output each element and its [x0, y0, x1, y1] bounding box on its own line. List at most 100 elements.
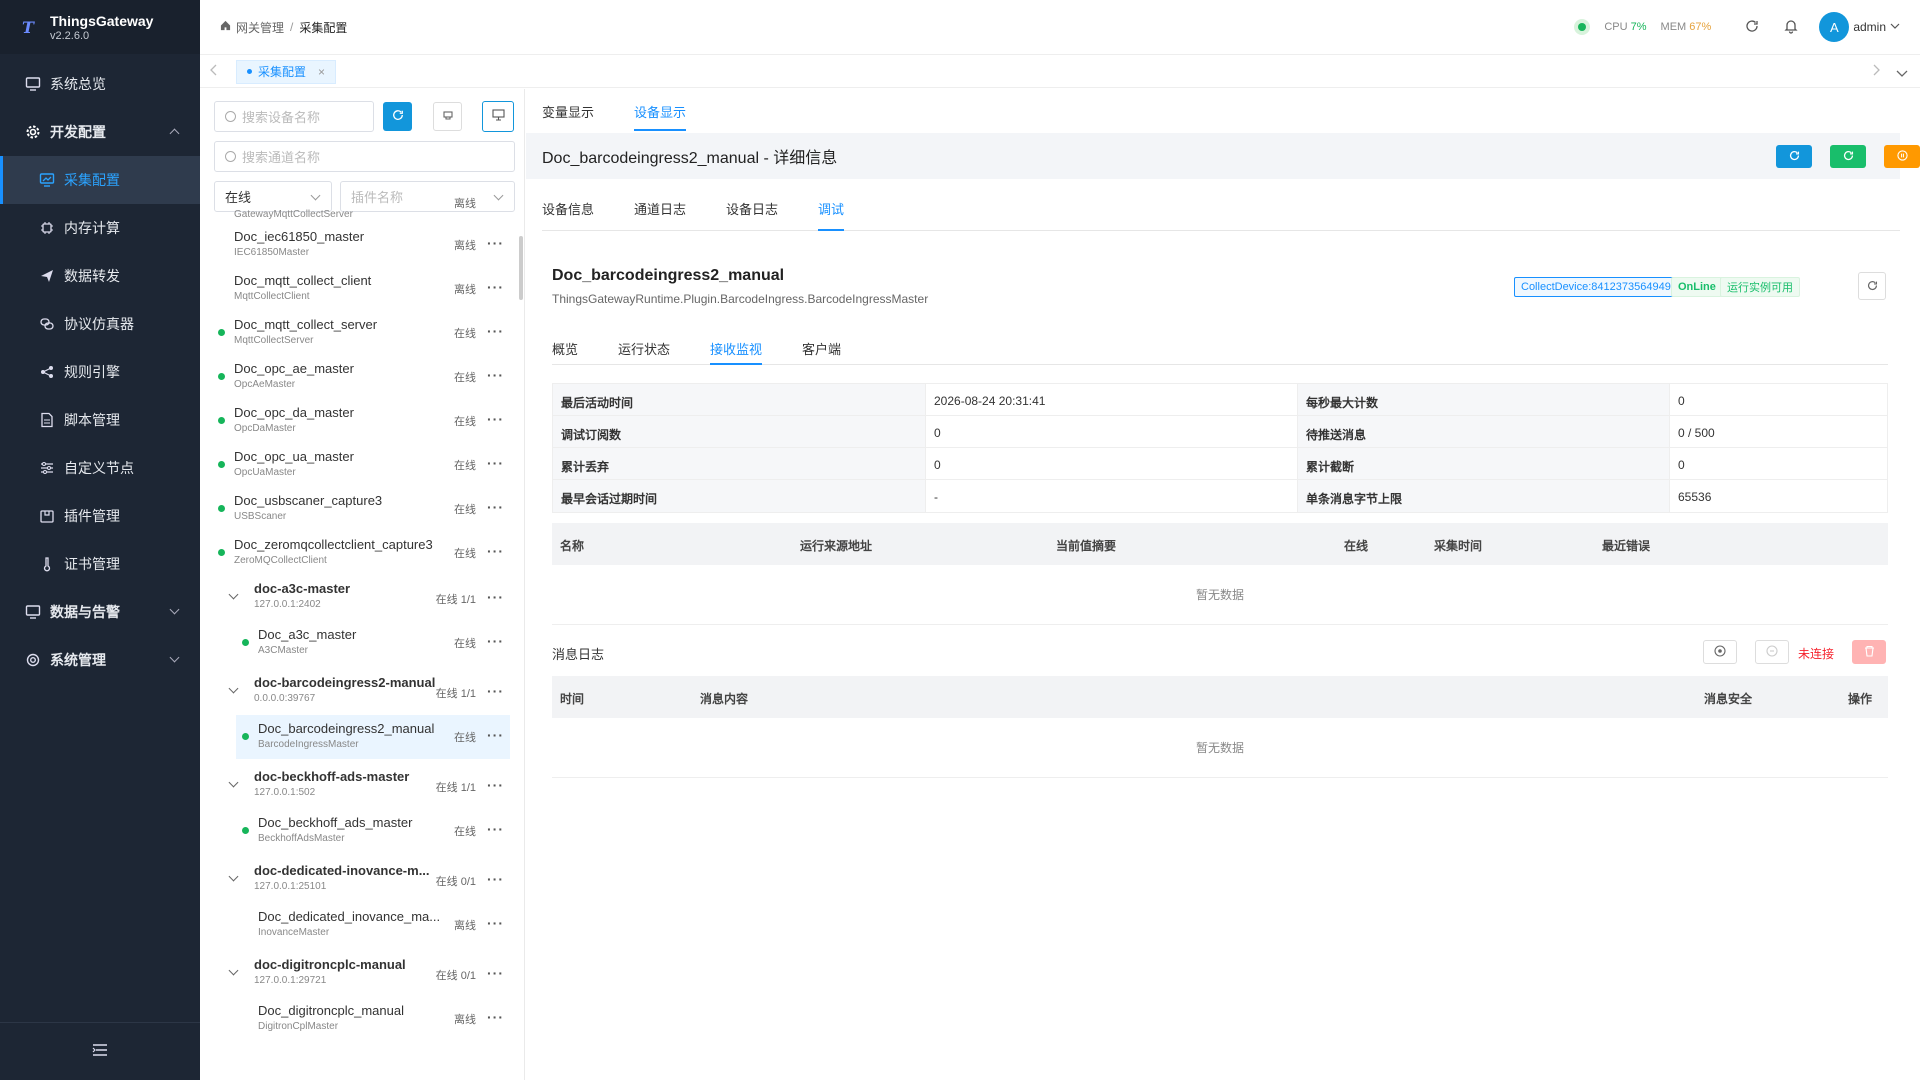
sidebar-item-data-forward[interactable]: 数据转发 [0, 252, 200, 300]
column-header[interactable]: 消息安全 [1704, 690, 1752, 707]
more-icon[interactable]: ··· [487, 235, 504, 251]
chevron-down-icon[interactable] [228, 589, 239, 600]
sidebar-item-overview[interactable]: 系统总览 [0, 60, 200, 108]
list-item[interactable]: Doc_a3c_master A3CMaster 在线 ··· [200, 621, 518, 665]
sidebar-item-script-manage[interactable]: 脚本管理 [0, 396, 200, 444]
more-icon[interactable]: ··· [487, 633, 504, 649]
channel-view-button[interactable] [433, 102, 462, 131]
more-icon[interactable]: ··· [487, 1009, 504, 1025]
chevron-down-icon[interactable] [228, 871, 239, 882]
tab-collect-config[interactable]: 采集配置 × [236, 59, 337, 84]
tab-device-log[interactable]: 设备日志 [726, 199, 778, 230]
column-header[interactable]: 名称 [560, 537, 584, 554]
clear-messages-button[interactable] [1852, 640, 1886, 664]
more-icon[interactable]: ··· [487, 455, 504, 471]
list-item[interactable]: Doc_digitroncplc_manual DigitronCplMaste… [200, 997, 518, 1041]
sidebar-item-plugin-manage[interactable]: 插件管理 [0, 492, 200, 540]
tabs-dropdown-icon[interactable] [1896, 66, 1908, 81]
list-item[interactable]: Doc_opc_ua_master OpcUaMaster 在线 ··· [200, 443, 518, 487]
tab-device-display[interactable]: 设备显示 [634, 102, 687, 131]
sidebar-item-cert-manage[interactable]: 证书管理 [0, 540, 200, 588]
device-name: Doc_mqtt_collect_server [234, 317, 378, 332]
sidebar-item-collect-config[interactable]: 采集配置 [0, 156, 200, 204]
collapse-menu-button[interactable] [0, 1022, 200, 1080]
column-header[interactable]: 最近错误 [1602, 537, 1650, 554]
message-stop-button[interactable] [1755, 640, 1789, 664]
more-icon[interactable]: ··· [487, 367, 504, 383]
channel-search-input[interactable]: 搜索通道名称 [214, 141, 515, 172]
more-icon[interactable]: ··· [487, 411, 504, 427]
tab-debug[interactable]: 调试 [818, 199, 845, 231]
sidebar-item-data-alarm[interactable]: 数据与告警 [0, 588, 200, 636]
list-item[interactable]: Doc_beckhoff_ads_master BeckhoffAdsMaste… [200, 809, 518, 853]
column-header[interactable]: 消息内容 [700, 690, 748, 707]
list-item[interactable]: Doc_dedicated_inovance_ma... InovanceMas… [200, 903, 518, 947]
more-icon[interactable]: ··· [487, 821, 504, 837]
more-icon[interactable]: ··· [487, 683, 504, 699]
column-header[interactable]: 操作 [1848, 690, 1872, 707]
column-header[interactable]: 运行来源地址 [800, 537, 872, 554]
channel-group[interactable]: doc-dedicated-inovance-m... 127.0.0.1:25… [200, 859, 518, 903]
sidebar-item-custom-node[interactable]: 自定义节点 [0, 444, 200, 492]
tab-overview[interactable]: 概览 [552, 339, 578, 364]
channel-group[interactable]: doc-a3c-master 127.0.0.1:2402 在线 1/1 ··· [200, 577, 518, 621]
more-icon[interactable]: ··· [487, 279, 504, 295]
tabs-scroll-left-icon[interactable] [210, 64, 218, 79]
list-item[interactable]: GatewayMqttCollectServer 离线 [200, 197, 518, 223]
close-icon[interactable]: × [318, 65, 325, 79]
more-icon[interactable]: ··· [487, 871, 504, 887]
tab-client[interactable]: 客户端 [802, 339, 841, 364]
refresh-debug-button[interactable] [1858, 272, 1886, 300]
more-icon[interactable]: ··· [487, 915, 504, 931]
sidebar-item-protocol-simulator[interactable]: 协议仿真器 [0, 300, 200, 348]
tab-channel-log[interactable]: 通道日志 [634, 199, 686, 230]
channel-group[interactable]: doc-barcodeingress2-manual 0.0.0.0:39767… [200, 671, 518, 715]
stat-value: 0 [925, 448, 1297, 479]
printer-icon [442, 109, 454, 124]
more-icon[interactable]: ··· [487, 777, 504, 793]
more-icon[interactable]: ··· [487, 499, 504, 515]
breadcrumb-root[interactable]: 网关管理 [236, 19, 284, 36]
user-menu[interactable]: A admin [1819, 12, 1900, 42]
column-header[interactable]: 当前值摘要 [1056, 537, 1116, 554]
list-item-selected[interactable]: Doc_barcodeingress2_manual BarcodeIngres… [236, 715, 510, 759]
chevron-down-icon[interactable] [228, 965, 239, 976]
more-icon[interactable]: ··· [487, 727, 504, 743]
tab-variable-display[interactable]: 变量显示 [542, 102, 594, 121]
message-view-button[interactable] [1703, 640, 1737, 664]
list-item[interactable]: Doc_iec61850_master IEC61850Master 离线 ··… [200, 223, 518, 267]
column-header[interactable]: 在线 [1344, 537, 1368, 554]
tabs-scroll-right-icon[interactable] [1872, 64, 1880, 79]
refresh-tree-button[interactable] [383, 102, 412, 131]
restart-button[interactable] [1830, 145, 1866, 168]
sidebar-item-rule-engine[interactable]: 规则引擎 [0, 348, 200, 396]
device-view-button[interactable] [482, 101, 514, 132]
list-item[interactable]: Doc_usbscaner_capture3 USBScaner 在线 ··· [200, 487, 518, 531]
bell-icon[interactable] [1783, 18, 1799, 37]
more-icon[interactable]: ··· [487, 323, 504, 339]
column-header[interactable]: 采集时间 [1434, 537, 1482, 554]
tab-receive-monitor[interactable]: 接收监视 [710, 339, 763, 365]
more-icon[interactable]: ··· [487, 543, 504, 559]
chevron-down-icon[interactable] [228, 683, 239, 694]
column-header[interactable]: 时间 [560, 690, 584, 707]
refresh-icon[interactable] [1745, 19, 1759, 36]
list-item[interactable]: Doc_mqtt_collect_client MqttCollectClien… [200, 267, 518, 311]
list-item[interactable]: Doc_zeromqcollectclient_capture3 ZeroMQC… [200, 531, 518, 575]
list-item[interactable]: Doc_mqtt_collect_server MqttCollectServe… [200, 311, 518, 355]
chevron-down-icon[interactable] [228, 777, 239, 788]
tab-runtime-status[interactable]: 运行状态 [618, 339, 670, 364]
more-icon[interactable]: ··· [487, 965, 504, 981]
refresh-button[interactable] [1776, 145, 1812, 168]
sidebar-item-system-manage[interactable]: 系统管理 [0, 636, 200, 684]
sidebar-item-memory-compute[interactable]: 内存计算 [0, 204, 200, 252]
tree-scrollbar[interactable] [519, 236, 523, 300]
more-icon[interactable]: ··· [487, 589, 504, 605]
list-item[interactable]: Doc_opc_da_master OpcDaMaster 在线 ··· [200, 399, 518, 443]
list-item[interactable]: Doc_opc_ae_master OpcAeMaster 在线 ··· [200, 355, 518, 399]
device-search-input[interactable]: 搜索设备名称 [214, 101, 374, 132]
channel-group[interactable]: doc-beckhoff-ads-master 127.0.0.1:502 在线… [200, 765, 518, 809]
sidebar-item-dev-config[interactable]: 开发配置 [0, 108, 200, 156]
tab-device-info[interactable]: 设备信息 [542, 199, 594, 230]
channel-group[interactable]: doc-digitroncplc-manual 127.0.0.1:29721 … [200, 953, 518, 997]
